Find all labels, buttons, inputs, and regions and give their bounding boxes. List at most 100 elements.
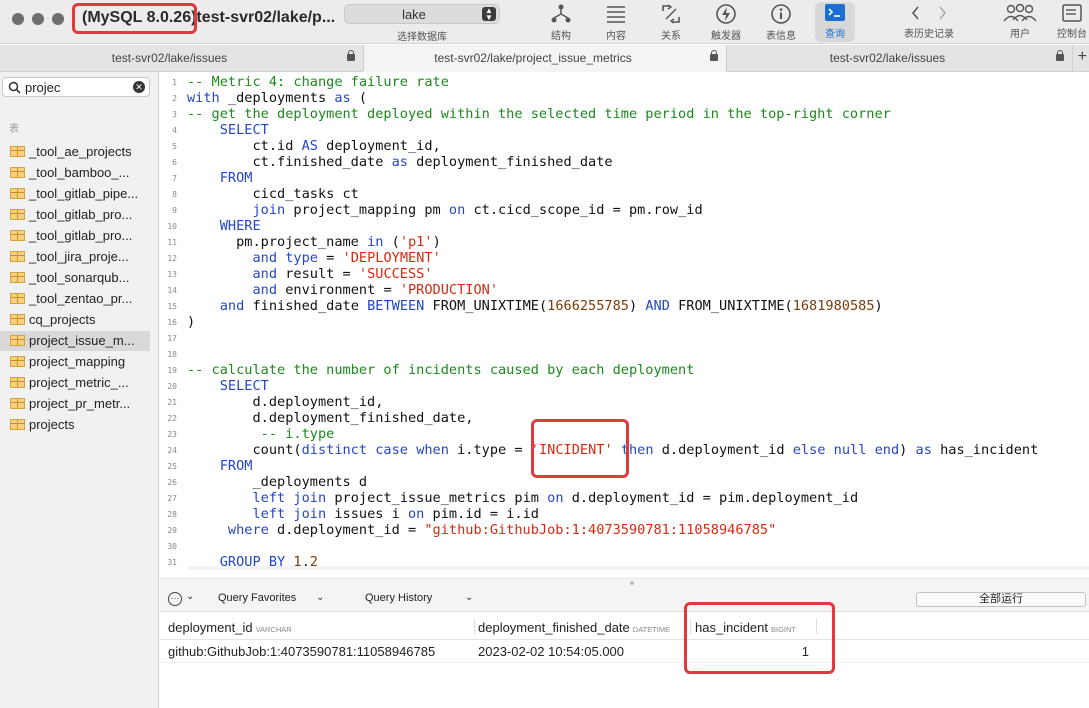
- sql-string: 'PRODUCTION': [399, 282, 499, 298]
- sql-comment: -- i.type: [260, 426, 335, 442]
- sql-editor[interactable]: 1 2 3 4 5 6 7 8 9 10 11 12 13 14 15 16 17 18 19 20 21 22 23 24 2…: [160, 72, 1089, 578]
- code-line[interactable]: ct.finished_date as deployment_finished_…: [187, 154, 612, 170]
- triggers-button[interactable]: 触发器: [706, 2, 746, 42]
- sidebar-table-item[interactable]: projects: [0, 415, 150, 435]
- connection-path: test-svr02/lake/p...: [196, 9, 336, 26]
- code-line[interactable]: -- Metric 4: change failure rate: [187, 74, 449, 90]
- query-button[interactable]: 查询: [815, 2, 855, 42]
- sql-number: 1666255785: [547, 298, 629, 314]
- column-header-deployment-finished-date[interactable]: deployment_finished_date DATETIME: [478, 620, 670, 635]
- code-line[interactable]: and finished_date BETWEEN FROM_UNIXTIME(…: [187, 298, 883, 314]
- tab-issues-2[interactable]: test-svr02/lake/issues: [727, 45, 1073, 72]
- code-line[interactable]: join project_mapping pm on ct.cicd_scope…: [187, 202, 702, 218]
- splitter-handle[interactable]: [630, 581, 634, 585]
- triggers-icon: [716, 4, 736, 24]
- table-history-nav[interactable]: 表历史记录: [897, 2, 961, 42]
- sidebar-table-item[interactable]: project_mapping: [0, 352, 150, 372]
- zoom-window-button[interactable]: [52, 13, 64, 25]
- query-bar: ··· ⌄ Query Favorites ⌄ Query History ⌄ …: [160, 586, 1089, 612]
- table-history-label: 表历史记录: [904, 29, 954, 40]
- run-all-button[interactable]: 全部运行: [916, 592, 1086, 607]
- table-name: project_issue_m...: [29, 333, 135, 348]
- code-line[interactable]: where d.deployment_id = "github:GithubJo…: [187, 522, 776, 538]
- add-tab-button[interactable]: +: [1078, 48, 1087, 66]
- code-line[interactable]: left join issues i on pim.id = i.id: [187, 506, 538, 522]
- relations-button[interactable]: 关系: [651, 2, 691, 42]
- sidebar-table-item[interactable]: _tool_gitlab_pro...: [0, 226, 150, 246]
- chevron-down-icon[interactable]: ⌄: [186, 591, 194, 602]
- code-line[interactable]: -- get the deployment deployed within th…: [187, 106, 891, 122]
- structure-button[interactable]: 结构: [541, 2, 581, 42]
- code-line[interactable]: WHERE: [187, 218, 261, 234]
- code-line[interactable]: left join project_issue_metrics pim on d…: [187, 490, 858, 506]
- code-line[interactable]: FROM: [187, 170, 253, 186]
- table-name: projects: [29, 417, 75, 432]
- chevron-down-icon[interactable]: ⌄: [316, 592, 324, 603]
- sidebar-table-item[interactable]: _tool_sonarqub...: [0, 268, 150, 288]
- sidebar-table-item[interactable]: _tool_gitlab_pro...: [0, 205, 150, 225]
- code-line[interactable]: ): [187, 314, 195, 330]
- column-header-deployment-id[interactable]: deployment_id VARCHAR: [168, 620, 292, 635]
- sidebar-table-item[interactable]: cq_projects: [0, 310, 150, 330]
- column-divider[interactable]: [816, 619, 817, 634]
- users-button[interactable]: 用户: [1000, 2, 1040, 42]
- database-select[interactable]: lake ▲ ▼: [344, 4, 500, 24]
- code-line[interactable]: ct.id AS deployment_id,: [187, 138, 440, 154]
- code-line[interactable]: and result = 'SUCCESS': [187, 266, 432, 282]
- code-line[interactable]: and environment = 'PRODUCTION': [187, 282, 498, 298]
- code-line[interactable]: pm.project_name in ('p1'): [187, 234, 441, 250]
- column-divider[interactable]: [690, 619, 691, 634]
- table-info-button[interactable]: 表信息: [761, 2, 801, 42]
- column-divider[interactable]: [474, 619, 475, 634]
- sql-text: pm.project_name: [187, 234, 368, 250]
- code-line[interactable]: -- i.type: [187, 426, 335, 442]
- cell-deployment-id[interactable]: github:GithubJob:1:4073590781:1105894678…: [168, 644, 435, 659]
- chevron-down-icon[interactable]: ⌄: [465, 592, 473, 603]
- cell-has-incident[interactable]: 1: [695, 644, 809, 659]
- code-line[interactable]: and type = 'DEPLOYMENT': [187, 250, 440, 266]
- code-line[interactable]: count(distinct case when i.type = 'INCID…: [187, 442, 1038, 458]
- tab-project-issue-metrics[interactable]: test-svr02/lake/project_issue_metrics: [364, 45, 727, 72]
- sidebar-table-item[interactable]: project_issue_m...: [0, 331, 150, 351]
- table-search-field[interactable]: projec ✕: [2, 77, 150, 97]
- content-button[interactable]: 内容: [596, 2, 636, 42]
- sidebar-table-item[interactable]: _tool_ae_projects: [0, 142, 150, 162]
- code-line[interactable]: _deployments d: [187, 474, 367, 490]
- column-header-has-incident[interactable]: has_incident BIGINT: [695, 620, 796, 635]
- code-line[interactable]: -- calculate the number of incidents cau…: [187, 362, 694, 378]
- console-button[interactable]: 控制台: [1052, 2, 1089, 42]
- code-line[interactable]: with _deployments as (: [187, 90, 367, 106]
- editor-results-splitter[interactable]: [160, 578, 1089, 586]
- lock-icon: [1056, 50, 1064, 61]
- clear-search-icon[interactable]: ✕: [133, 81, 145, 93]
- line-number: 11: [167, 238, 177, 247]
- query-favorites-menu[interactable]: Query Favorites: [218, 592, 296, 604]
- sidebar-table-item[interactable]: _tool_gitlab_pipe...: [0, 184, 150, 204]
- sidebar-table-item[interactable]: _tool_jira_proje...: [0, 247, 150, 267]
- sql-keyword: then: [620, 442, 654, 458]
- query-label: 查询: [825, 29, 845, 40]
- code-line[interactable]: FROM: [187, 458, 253, 474]
- code-line[interactable]: cicd_tasks ct: [187, 186, 358, 202]
- query-history-menu[interactable]: Query History: [365, 592, 432, 604]
- code-line[interactable]: d.deployment_finished_date,: [187, 410, 473, 426]
- sidebar-table-item[interactable]: _tool_bamboo_...: [0, 163, 150, 183]
- sidebar-table-item[interactable]: project_pr_metr...: [0, 394, 150, 414]
- minimize-window-button[interactable]: [32, 13, 44, 25]
- editor-horizontal-scrollbar[interactable]: [187, 566, 1089, 570]
- close-window-button[interactable]: [12, 13, 24, 25]
- table-row[interactable]: github:GithubJob:1:4073590781:1105894678…: [160, 641, 1089, 663]
- sidebar-table-item[interactable]: project_metric_...: [0, 373, 150, 393]
- sql-keyword: as: [915, 442, 932, 458]
- line-number: 31: [167, 558, 177, 567]
- tab-issues-1[interactable]: test-svr02/lake/issues: [0, 45, 364, 72]
- more-options-icon[interactable]: ···: [168, 592, 182, 606]
- code-line[interactable]: SELECT: [187, 378, 269, 394]
- code-line[interactable]: SELECT: [187, 122, 269, 138]
- sidebar-table-item[interactable]: _tool_zentao_pr...: [0, 289, 150, 309]
- code-line[interactable]: d.deployment_id,: [187, 394, 383, 410]
- sql-keyword: and: [219, 298, 245, 314]
- cell-deployment-finished-date[interactable]: 2023-02-02 10:54:05.000: [478, 644, 624, 659]
